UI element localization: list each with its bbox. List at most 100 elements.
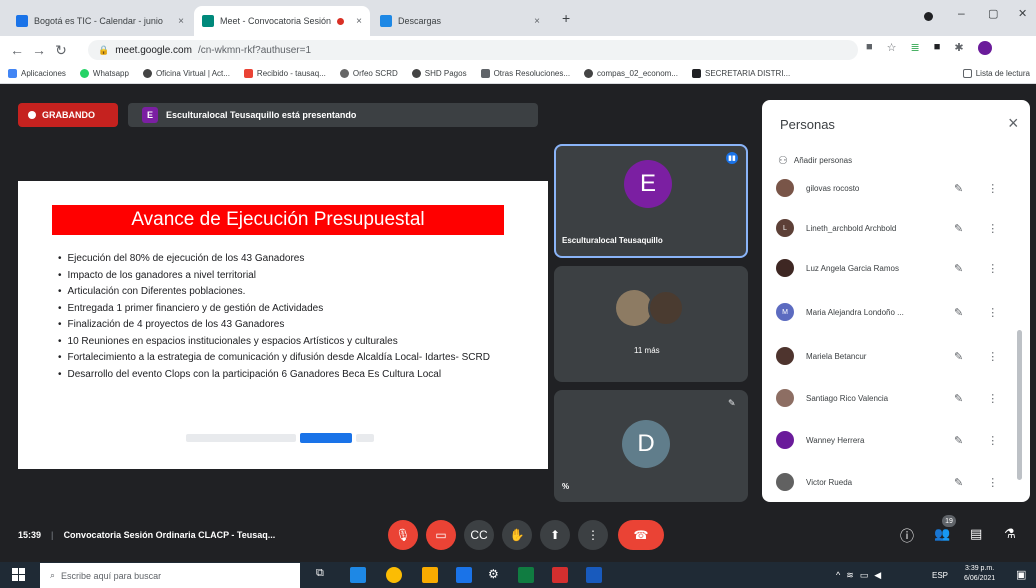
chat-icon[interactable]: ▤: [970, 526, 982, 542]
bookmark-item[interactable]: Aplicaciones: [8, 69, 66, 78]
camera-toggle-button[interactable]: ▭: [426, 520, 456, 550]
close-tab-icon[interactable]: ×: [534, 16, 540, 27]
more-options-icon[interactable]: ⋮: [987, 182, 998, 195]
avatar: [776, 347, 794, 365]
volume-icon[interactable]: ◀: [874, 570, 881, 581]
excel-icon[interactable]: [518, 567, 534, 583]
chevron-up-icon[interactable]: ^: [836, 570, 840, 581]
scrollbar[interactable]: [1017, 330, 1022, 480]
mic-toggle-button[interactable]: 🎙: [388, 520, 418, 550]
bookmark-item[interactable]: Otras Resoluciones...: [480, 69, 570, 78]
camera-icon[interactable]: ■: [866, 41, 873, 55]
bookmark-item[interactable]: SECRETARIA DISTRI...: [691, 69, 790, 78]
more-options-icon[interactable]: ⋮: [987, 392, 998, 405]
reading-list[interactable]: Lista de lectura: [962, 69, 1036, 78]
reload-icon[interactable]: ↻: [50, 42, 72, 59]
bookmark-item[interactable]: Recibido - tausaq...: [243, 69, 326, 78]
mic-off-icon[interactable]: ✎: [954, 306, 963, 319]
close-window-button[interactable]: ✕: [1018, 7, 1027, 20]
tab-label: Bogotá es TIC - Calendar - junio: [34, 16, 163, 26]
activities-icon[interactable]: ⚗: [1004, 526, 1016, 542]
battery-icon[interactable]: ▭: [860, 570, 869, 581]
settings-icon[interactable]: ⚙: [488, 567, 504, 583]
participant-row[interactable]: Luz Angela Garcia Ramos ✎ ⋮: [776, 248, 1016, 288]
close-tab-icon[interactable]: ×: [356, 16, 362, 27]
mic-off-icon[interactable]: ✎: [954, 476, 963, 489]
info-icon[interactable]: ⓘ: [900, 526, 914, 546]
network-icon[interactable]: ≋: [846, 570, 854, 581]
pdf-icon[interactable]: [552, 567, 568, 583]
more-options-icon[interactable]: ⋮: [987, 476, 998, 489]
raise-hand-button[interactable]: ✋: [502, 520, 532, 550]
more-options-icon[interactable]: ⋮: [987, 350, 998, 363]
participant-row[interactable]: M Maria Alejandra Londoño ... ✎ ⋮: [776, 292, 1016, 332]
more-options-icon[interactable]: ⋮: [987, 262, 998, 275]
task-view-icon[interactable]: ⧉: [316, 567, 332, 583]
more-options-icon[interactable]: ⋮: [987, 222, 998, 235]
file-explorer-icon[interactable]: [422, 567, 438, 583]
add-people-button[interactable]: ⚇ Añadir personas: [778, 154, 852, 167]
tab-meet[interactable]: Meet - Convocatoria Sesión ×: [194, 6, 370, 36]
bookmark-item[interactable]: Orfeo SCRD: [339, 69, 398, 78]
participant-row[interactable]: Wanney Herrera ✎ ⋮: [776, 420, 1016, 460]
whatsapp-icon: [79, 69, 89, 78]
leave-call-button[interactable]: ☎: [618, 520, 664, 550]
present-button[interactable]: ⬆: [540, 520, 570, 550]
participant-row[interactable]: gilovas rocosto ✎ ⋮: [776, 168, 1016, 208]
lock-icon: 🔒: [98, 44, 110, 55]
meeting-time: 15:39: [18, 530, 42, 540]
taskbar-search[interactable]: ⌕ Escribe aquí para buscar: [40, 563, 300, 588]
mic-off-icon[interactable]: ✎: [954, 222, 963, 235]
bookmark-item[interactable]: Whatsapp: [79, 69, 129, 78]
participant-row[interactable]: L Lineth_archbold Archbold ✎ ⋮: [776, 208, 1016, 248]
list-item: • Articulación con Diferentes poblaciones…: [58, 286, 246, 297]
close-icon[interactable]: ×: [1008, 113, 1019, 134]
notifications-icon[interactable]: ▣: [1016, 568, 1026, 581]
address-bar[interactable]: 🔒 meet.google.com/cn-wkmn-rkf?authuser=1: [88, 40, 858, 60]
profile-dot-icon[interactable]: [924, 12, 933, 21]
stop-sharing-button[interactable]: [300, 433, 352, 443]
close-tab-icon[interactable]: ×: [178, 16, 184, 27]
recording-badge[interactable]: GRABANDO: [18, 103, 118, 127]
bookmark-item[interactable]: SHD Pagos: [411, 69, 467, 78]
chrome-icon[interactable]: [386, 567, 402, 583]
participant-row[interactable]: Victor Rueda ✎ ⋮: [776, 462, 1016, 502]
participant-tile-more[interactable]: [554, 266, 748, 382]
app-icon[interactable]: [350, 567, 366, 583]
participant-row[interactable]: Santiago Rico Valencia ✎ ⋮: [776, 378, 1016, 418]
forward-icon[interactable]: →: [28, 42, 50, 58]
mic-off-icon[interactable]: ✎: [954, 182, 963, 195]
mic-off-icon[interactable]: ✎: [954, 262, 963, 275]
more-options-button[interactable]: ⋮: [578, 520, 608, 550]
recording-label: GRABANDO: [42, 110, 95, 120]
hide-button[interactable]: [356, 434, 374, 442]
bookmark-item[interactable]: compas_02_econom...: [584, 69, 678, 78]
minimize-button[interactable]: –: [958, 6, 965, 20]
more-options-icon[interactable]: ⋮: [987, 306, 998, 319]
word-icon[interactable]: [586, 567, 602, 583]
people-icon[interactable]: 👥: [934, 526, 950, 542]
app-icon[interactable]: [456, 567, 472, 583]
more-options-icon[interactable]: ⋮: [987, 434, 998, 447]
puzzle-icon[interactable]: ✱: [954, 41, 963, 55]
start-icon[interactable]: [12, 568, 25, 581]
system-tray[interactable]: ^ ≋ ▭ ◀: [836, 570, 881, 581]
tab-calendar[interactable]: Bogotá es TIC - Calendar - junio ×: [8, 6, 192, 36]
participant-row[interactable]: Mariela Betancur ✎ ⋮: [776, 336, 1016, 376]
avatar[interactable]: [977, 41, 992, 55]
mic-off-icon[interactable]: ✎: [954, 350, 963, 363]
maximize-button[interactable]: ▢: [988, 7, 998, 20]
tab-downloads[interactable]: Descargas ×: [372, 6, 548, 36]
star-icon[interactable]: ☆: [887, 41, 897, 55]
mic-off-icon[interactable]: ✎: [954, 392, 963, 405]
avatar: E: [624, 160, 672, 208]
new-tab-button[interactable]: +: [562, 10, 570, 26]
mic-off-icon[interactable]: ✎: [954, 434, 963, 447]
back-icon[interactable]: ←: [6, 42, 28, 58]
clock[interactable]: 3:39 p.m. 6/06/2021: [964, 564, 995, 584]
extension-icon[interactable]: ≣: [911, 41, 920, 55]
extension-icon[interactable]: ■: [934, 41, 941, 55]
captions-button[interactable]: CC: [464, 520, 494, 550]
bookmark-item[interactable]: Oficina Virtual | Act...: [142, 69, 230, 78]
language-indicator[interactable]: ESP: [932, 571, 948, 580]
